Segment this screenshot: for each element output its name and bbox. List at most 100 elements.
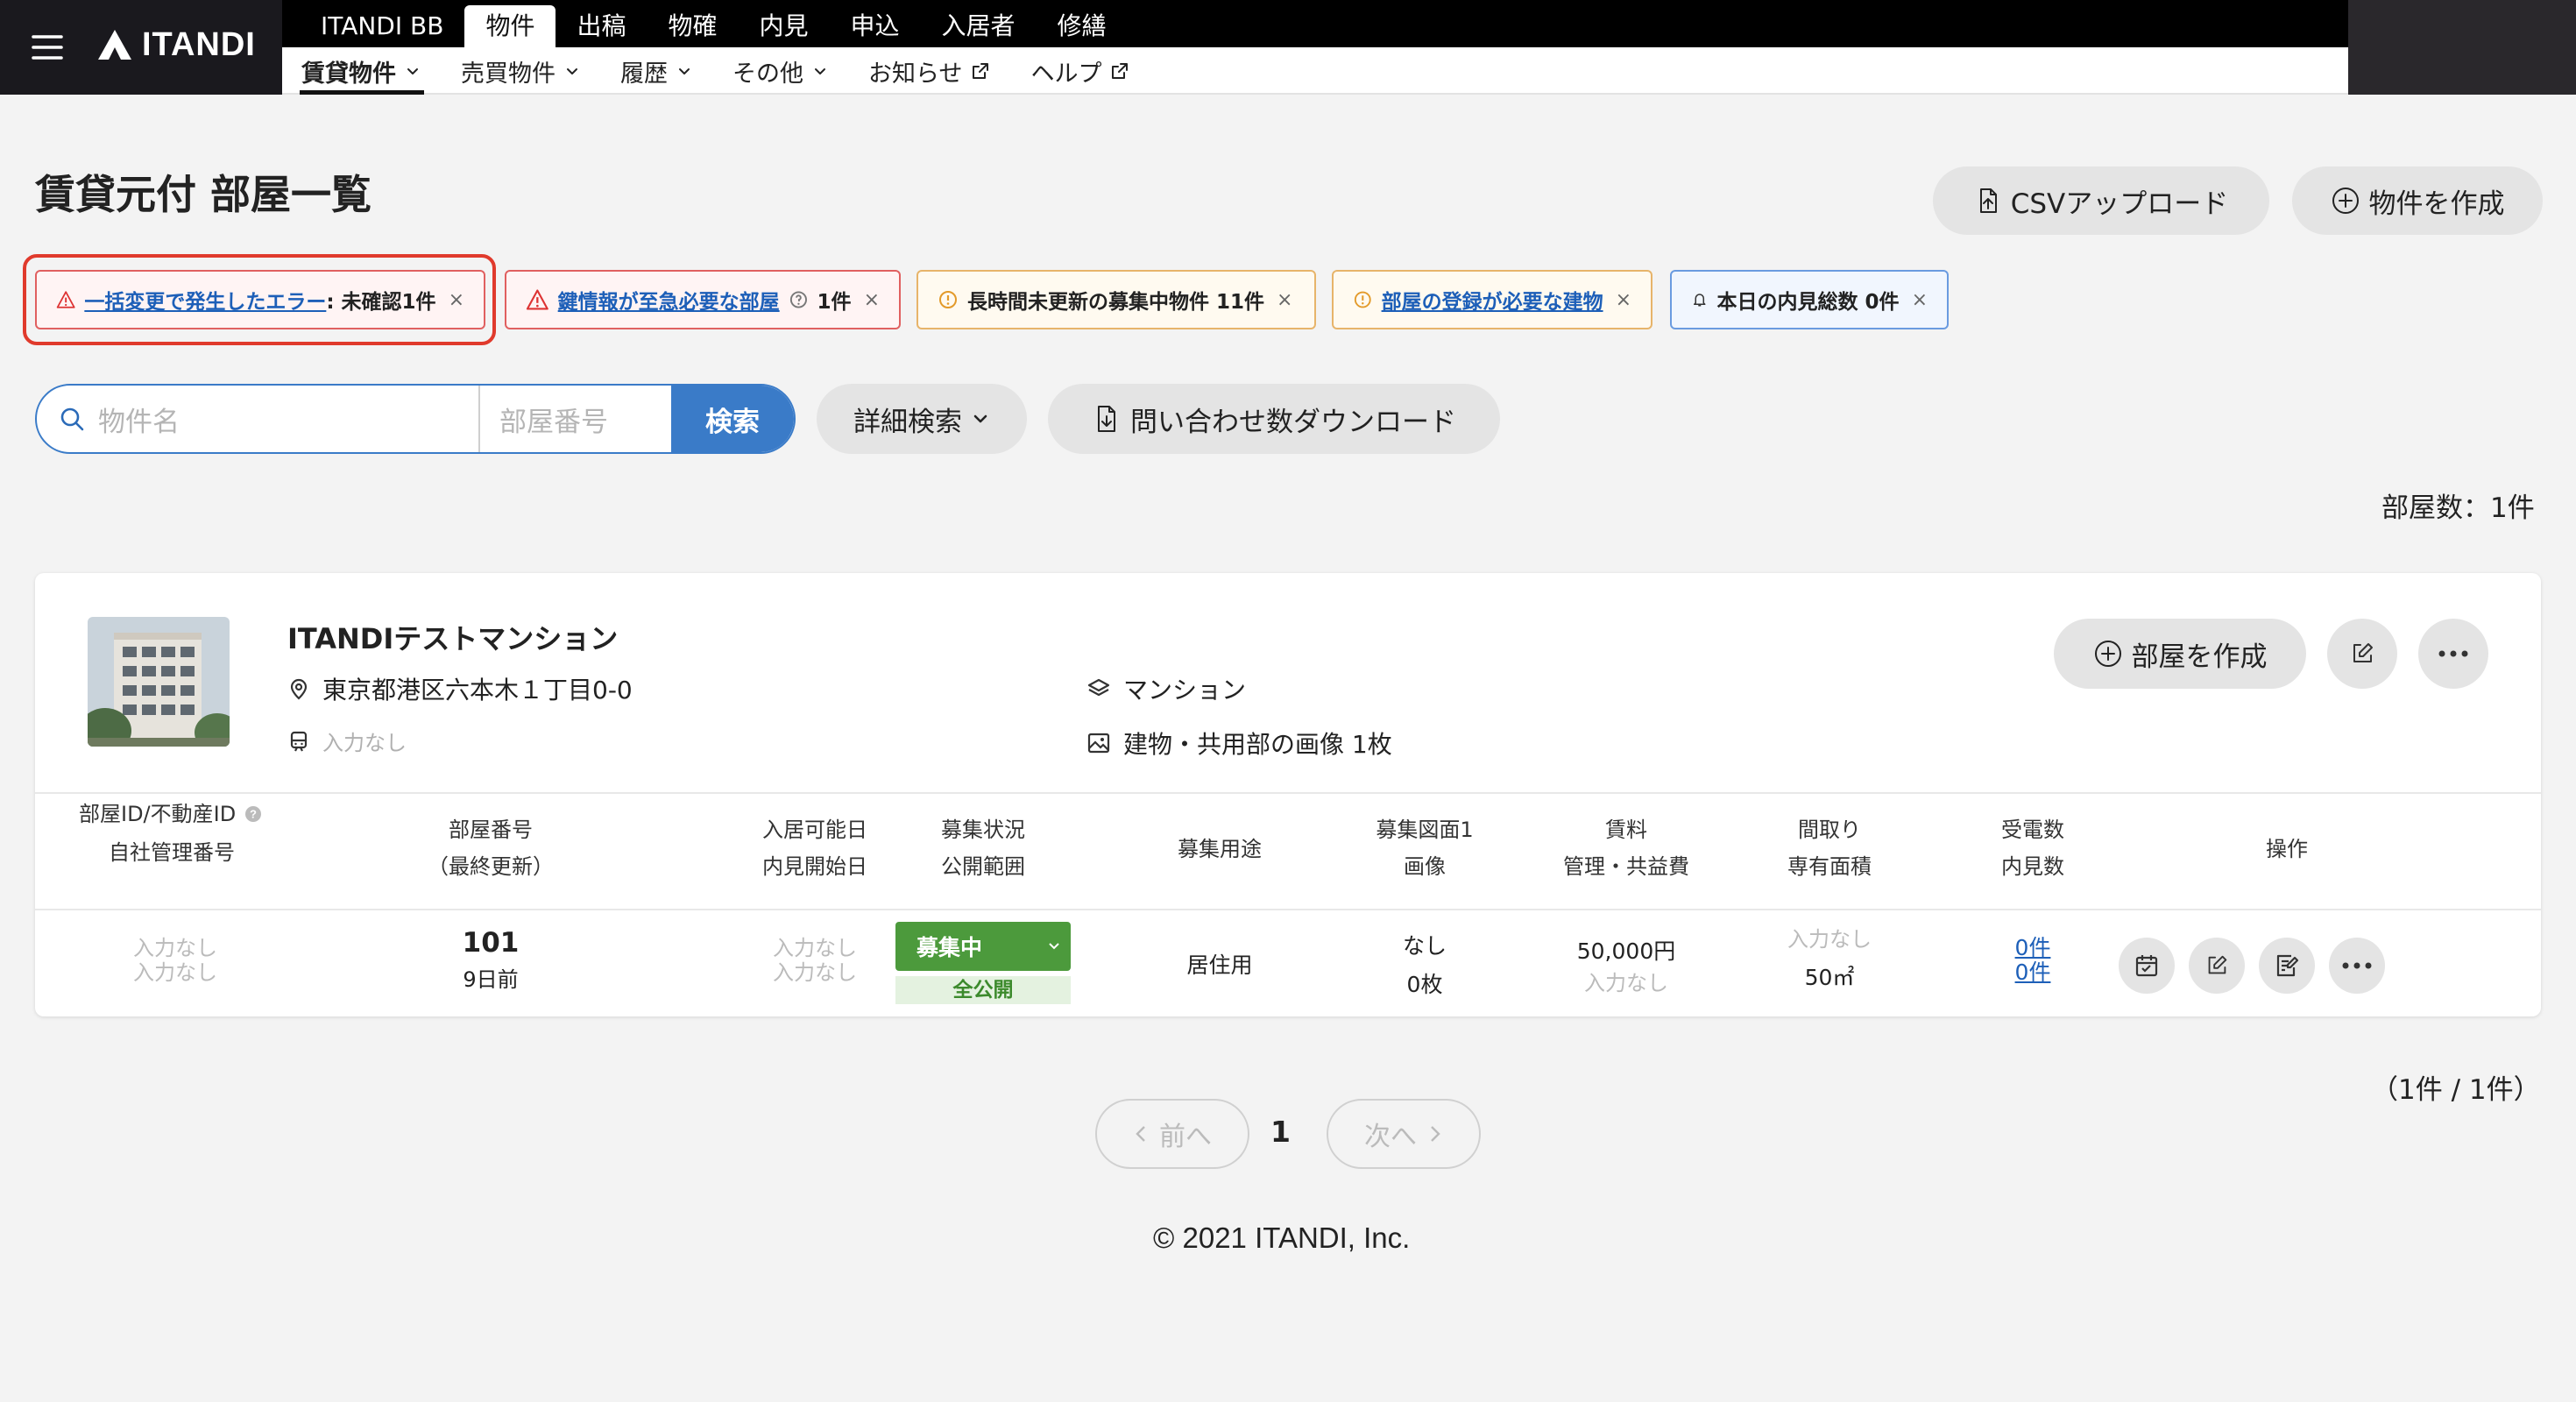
subnav-news-label: お知らせ bbox=[868, 60, 963, 88]
table-divider bbox=[35, 909, 2541, 910]
detail-search-button[interactable]: 詳細検索 bbox=[817, 384, 1027, 454]
subnav-rental[interactable]: 賃貸物件 bbox=[300, 47, 424, 95]
header-rent-sub: 管理・共益費 bbox=[1563, 854, 1689, 879]
search-button[interactable]: 検索 bbox=[671, 386, 794, 452]
room-more-button[interactable] bbox=[2329, 938, 2385, 994]
cell-move-in-sub: 入力なし bbox=[773, 960, 857, 985]
calendar-check-icon bbox=[2135, 955, 2158, 977]
publish-scope-badge: 全公開 bbox=[895, 976, 1071, 1004]
tab-confirm[interactable]: 物確 bbox=[647, 7, 738, 46]
info-circle-icon bbox=[939, 291, 957, 308]
more-horizontal-icon bbox=[2342, 962, 2372, 969]
alert-bulk-error-text: 一括変更で発生したエラー: 未確認1件 bbox=[84, 285, 435, 315]
cell-move-in-value: 入力なし bbox=[773, 936, 857, 960]
copyright: © 2021 ITANDI, Inc. bbox=[1153, 1221, 1411, 1254]
header-room-no: 部屋番号 （最終更新） bbox=[377, 811, 605, 885]
close-icon[interactable]: × bbox=[1912, 289, 1928, 311]
file-download-icon bbox=[1098, 406, 1115, 432]
external-link-icon bbox=[973, 63, 989, 79]
detail-search-label: 詳細検索 bbox=[853, 406, 962, 438]
tab-itandi-bb[interactable]: ITANDI BB bbox=[300, 7, 464, 46]
status-value: 募集中 bbox=[916, 935, 983, 960]
property-images[interactable]: 建物・共用部の画像 1枚 bbox=[1086, 726, 1392, 761]
subnav-other[interactable]: その他 bbox=[732, 47, 828, 95]
alert-bulk-error-link[interactable]: 一括変更で発生したエラー bbox=[84, 291, 326, 314]
alert-stale-listing[interactable]: 長時間未更新の募集中物件 11件 × bbox=[916, 270, 1316, 329]
property-name[interactable]: ITANDIテストマンション bbox=[287, 617, 618, 657]
current-page[interactable]: 1 bbox=[1270, 1115, 1291, 1149]
page-title: 賃貸元付 部屋一覧 bbox=[35, 171, 372, 218]
header-room-no-sub: （最終更新） bbox=[428, 854, 554, 879]
close-icon[interactable]: × bbox=[1616, 289, 1631, 311]
schedule-button[interactable] bbox=[2119, 938, 2175, 994]
subnav-news[interactable]: お知らせ bbox=[868, 47, 990, 95]
room-count: 部屋数：1件 bbox=[2381, 492, 2535, 524]
chevron-down-icon bbox=[407, 68, 418, 74]
edit-icon bbox=[2353, 643, 2373, 662]
edit-room-button[interactable] bbox=[2189, 938, 2245, 994]
room-note-button[interactable] bbox=[2259, 938, 2315, 994]
alert-key-info[interactable]: 鍵情報が至急必要な部屋 1件 × bbox=[505, 270, 901, 329]
property-more-button[interactable] bbox=[2418, 619, 2488, 689]
prev-page-button[interactable]: 前へ bbox=[1095, 1099, 1249, 1169]
itandi-logo[interactable]: ITANDI bbox=[96, 26, 256, 64]
status-select[interactable]: 募集中 bbox=[895, 922, 1071, 971]
cell-room-id-sub: 入力なし bbox=[133, 960, 217, 985]
alert-building-register-link[interactable]: 部屋の登録が必要な建物 bbox=[1382, 285, 1603, 315]
tab-repair[interactable]: 修繕 bbox=[1037, 7, 1128, 46]
prev-page-label: 前へ bbox=[1159, 1122, 1212, 1152]
calls-link[interactable]: 0件 bbox=[2015, 935, 2051, 960]
header-plan: 募集図面1 画像 bbox=[1337, 811, 1512, 885]
cell-room-id-value: 入力なし bbox=[133, 936, 217, 960]
help-circle-icon[interactable]: ? bbox=[244, 804, 263, 824]
tab-listing[interactable]: 出稿 bbox=[556, 7, 647, 46]
tab-application[interactable]: 申込 bbox=[830, 7, 921, 46]
subnav-history[interactable]: 履歴 bbox=[620, 47, 692, 95]
cell-plan-value: なし bbox=[1402, 933, 1447, 959]
close-icon[interactable]: × bbox=[1277, 289, 1292, 311]
subnav-other-label: その他 bbox=[732, 60, 803, 88]
csv-upload-button[interactable]: CSVアップロード bbox=[1933, 166, 2269, 235]
property-name-input[interactable]: 物件名 bbox=[37, 386, 480, 452]
next-page-button[interactable]: 次へ bbox=[1327, 1099, 1481, 1169]
next-page-label: 次へ bbox=[1364, 1122, 1417, 1152]
tab-tenant[interactable]: 入居者 bbox=[921, 7, 1037, 46]
header-move-in-label: 入居可能日 bbox=[762, 818, 867, 842]
cell-rent: 50,000円 入力なし bbox=[1539, 934, 1714, 995]
file-upload-icon bbox=[1979, 188, 1997, 213]
help-circle-icon[interactable] bbox=[789, 289, 809, 310]
close-icon[interactable]: × bbox=[864, 289, 880, 311]
close-icon[interactable]: × bbox=[449, 289, 464, 311]
search-bar: 物件名 部屋番号 検索 bbox=[35, 384, 796, 454]
create-property-button[interactable]: 物件を作成 bbox=[2292, 166, 2543, 235]
chevron-left-icon bbox=[1136, 1126, 1145, 1142]
edit-property-button[interactable] bbox=[2327, 619, 2397, 689]
subnav-sale[interactable]: 売買物件 bbox=[461, 47, 580, 95]
alert-bulk-error[interactable]: 一括変更で発生したエラー: 未確認1件 × bbox=[35, 270, 485, 329]
property-images-text: 建物・共用部の画像 1枚 bbox=[1123, 730, 1392, 759]
create-room-button[interactable]: 部屋を作成 bbox=[2054, 619, 2306, 689]
viewings-link[interactable]: 0件 bbox=[2015, 959, 2051, 985]
cell-room-no[interactable]: 101 9日前 bbox=[403, 927, 578, 993]
alert-today-viewings[interactable]: 本日の内見総数 0件 × bbox=[1670, 270, 1949, 329]
alert-key-info-count: 1件 bbox=[817, 291, 852, 314]
header-room-no-label: 部屋番号 bbox=[449, 818, 533, 842]
chevron-right-icon bbox=[1431, 1126, 1440, 1142]
inquiry-download-button[interactable]: 問い合わせ数ダウンロード bbox=[1048, 384, 1500, 454]
hamburger-menu-icon[interactable] bbox=[30, 30, 65, 65]
tab-viewing[interactable]: 内見 bbox=[738, 7, 829, 46]
alert-today-viewings-text: 本日の内見総数 0件 bbox=[1716, 291, 1900, 314]
header-calls-label: 受電数 bbox=[2001, 818, 2064, 842]
alert-building-register[interactable]: 部屋の登録が必要な建物 × bbox=[1332, 270, 1652, 329]
header-ops: 操作 bbox=[2266, 837, 2308, 861]
result-total: （1件 / 1件） bbox=[2371, 1074, 2541, 1106]
alert-key-info-link[interactable]: 鍵情報が至急必要な部屋 bbox=[558, 285, 780, 315]
property-thumbnail[interactable] bbox=[88, 617, 230, 747]
property-type-text: マンション bbox=[1123, 676, 1247, 705]
subnav-history-label: 履歴 bbox=[620, 60, 668, 88]
tab-property[interactable]: 物件 bbox=[464, 5, 556, 47]
header-status: 募集状況 公開範囲 bbox=[895, 811, 1071, 885]
room-number-input[interactable]: 部屋番号 bbox=[480, 386, 671, 452]
csv-upload-label: CSVアップロード bbox=[2010, 188, 2229, 220]
subnav-help[interactable]: ヘルプ bbox=[1030, 47, 1129, 95]
